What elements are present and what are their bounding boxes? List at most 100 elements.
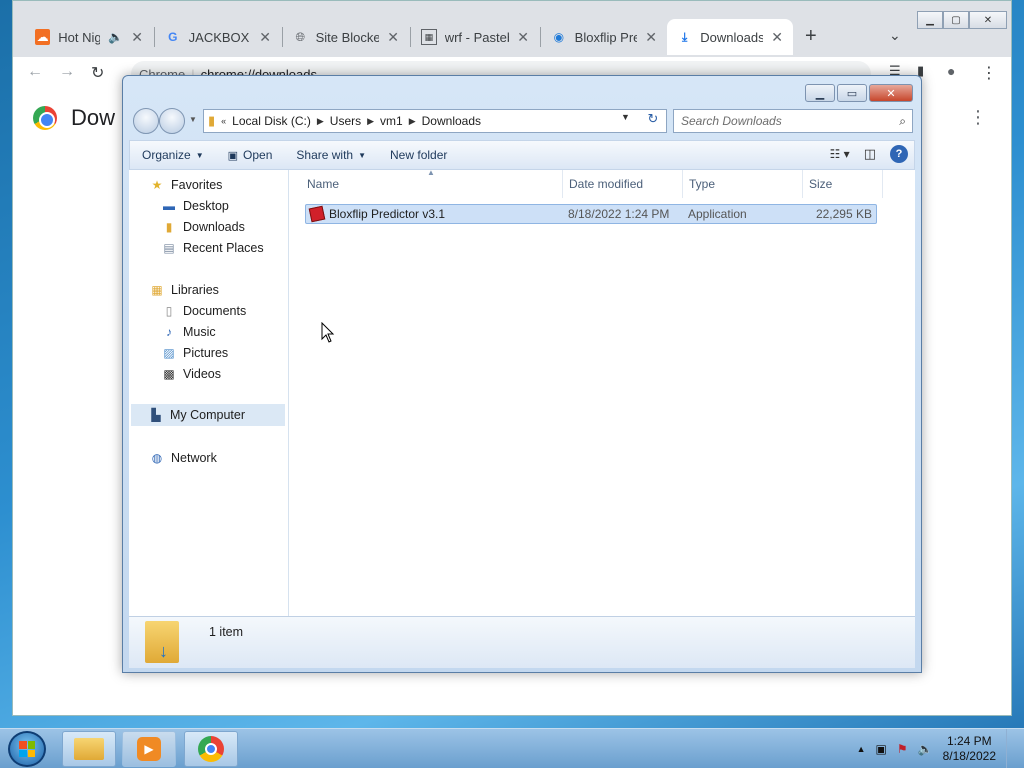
- tab-pastebin[interactable]: ▦ wrf - Pasteb ✕: [411, 19, 539, 55]
- menu-kebab-icon[interactable]: ⋮: [981, 63, 997, 83]
- maximize-button[interactable]: ▭: [837, 84, 867, 102]
- nav-desktop[interactable]: ▬ Desktop: [161, 199, 229, 213]
- change-view-icon[interactable]: ☷ ▾: [830, 147, 850, 161]
- nav-music[interactable]: ♪ Music: [161, 325, 216, 339]
- taskbar-explorer[interactable]: [62, 731, 116, 767]
- taskbar-media-player[interactable]: ▶: [122, 731, 176, 767]
- command-bar: Organize ▼ ▣ Open Share with ▼ New folde…: [129, 140, 915, 170]
- breadcrumb-separator-icon[interactable]: ▶: [317, 116, 324, 127]
- dropdown-arrow-icon: ▼: [195, 150, 204, 160]
- nav-my-computer[interactable]: ▙ My Computer: [131, 404, 285, 426]
- file-name: Bloxflip Predictor v3.1: [329, 207, 446, 221]
- reload-icon[interactable]: ↻: [91, 63, 104, 83]
- tab-site-blocked[interactable]: 🌐︎ Site Blocked ✕: [283, 19, 409, 55]
- bloxflip-icon: ◉: [553, 30, 565, 44]
- file-date: 8/18/2022 1:24 PM: [568, 207, 670, 221]
- nav-label: Documents: [183, 304, 247, 318]
- nav-network[interactable]: ◍ Network: [149, 451, 217, 465]
- volume-icon[interactable]: 🔈: [918, 742, 933, 756]
- share-with-button[interactable]: Share with ▼: [296, 148, 366, 162]
- back-arrow-icon[interactable]: ←: [27, 63, 43, 81]
- downloads-folder-icon: ▮: [165, 220, 173, 234]
- star-icon: ★: [151, 178, 163, 192]
- network-tray-icon[interactable]: ▣: [876, 742, 887, 756]
- help-icon[interactable]: ?: [890, 145, 908, 163]
- tab-bloxflip[interactable]: ◉ Bloxflip Pre ✕: [541, 19, 667, 55]
- column-header-name[interactable]: Name ▲: [301, 168, 563, 198]
- column-header-size[interactable]: Size: [803, 170, 883, 198]
- nav-label: Desktop: [183, 199, 229, 213]
- close-icon[interactable]: ✕: [259, 29, 271, 46]
- column-header-date-modified[interactable]: Date modified: [563, 170, 683, 198]
- chrome-logo-icon: [33, 106, 57, 130]
- nav-libraries[interactable]: ▦ Libraries: [149, 283, 219, 297]
- item-count: 1 item: [209, 625, 244, 639]
- forward-arrow-icon[interactable]: →: [59, 63, 75, 81]
- clock[interactable]: 1:24 PM 8/18/2022: [943, 734, 996, 764]
- tab-soundcloud[interactable]: ☁ Hot Nig 🔈 ✕: [25, 19, 153, 55]
- nav-label: Downloads: [183, 220, 245, 234]
- details-pane: ↓ 1 item: [129, 616, 915, 668]
- breadcrumb-local-disk[interactable]: Local Disk (C:): [232, 114, 311, 128]
- overflow-chevron-icon[interactable]: «: [221, 116, 226, 126]
- search-icon[interactable]: ⌕: [899, 114, 906, 129]
- google-icon: G: [168, 30, 178, 44]
- new-folder-button[interactable]: New folder: [390, 148, 447, 162]
- tab-downloads[interactable]: ⤓ Downloads ✕: [667, 19, 793, 55]
- show-hidden-icons-icon[interactable]: ▲: [857, 744, 866, 754]
- address-dropdown-icon[interactable]: ▼: [621, 112, 630, 122]
- downloads-menu-icon[interactable]: ⋮: [969, 107, 987, 128]
- show-desktop-button[interactable]: [1006, 729, 1018, 768]
- address-bar[interactable]: ▮ « Local Disk (C:) ▶ Users ▶ vm1 ▶ Down…: [203, 109, 667, 133]
- breadcrumb-users[interactable]: Users: [330, 114, 361, 128]
- speaker-icon[interactable]: 🔈: [108, 30, 123, 44]
- column-header-type[interactable]: Type: [683, 170, 803, 198]
- close-icon[interactable]: ✕: [387, 29, 399, 46]
- nav-label: Favorites: [171, 178, 223, 192]
- file-row[interactable]: Bloxflip Predictor v3.1 8/18/2022 1:24 P…: [305, 204, 877, 224]
- profile-avatar-icon[interactable]: ●: [947, 63, 955, 79]
- minimize-button[interactable]: ▁: [805, 84, 835, 102]
- tab-label: Site Blocked: [315, 29, 380, 45]
- close-button[interactable]: ✕: [869, 84, 913, 102]
- back-button[interactable]: [133, 108, 159, 134]
- recent-pages-chevron-icon[interactable]: ▼: [189, 115, 197, 124]
- tab-label: wrf - Pasteb: [444, 29, 510, 45]
- breadcrumb-downloads[interactable]: Downloads: [422, 114, 481, 128]
- start-button[interactable]: [8, 731, 46, 767]
- close-window-button[interactable]: ✕: [969, 11, 1007, 29]
- nav-pictures[interactable]: ▨ Pictures: [161, 346, 228, 360]
- tab-search-chevron-icon[interactable]: ⌄: [889, 27, 901, 44]
- new-tab-button[interactable]: +: [805, 25, 817, 48]
- nav-favorites[interactable]: ★ Favorites: [149, 178, 223, 192]
- organize-button[interactable]: Organize ▼: [142, 148, 204, 162]
- libraries-icon: ▦: [151, 283, 163, 297]
- refresh-icon[interactable]: ↻: [643, 111, 663, 129]
- maximize-button[interactable]: ▢: [943, 11, 969, 29]
- close-icon[interactable]: ✕: [645, 29, 657, 46]
- mouse-cursor-icon: [321, 322, 335, 343]
- close-icon[interactable]: ✕: [131, 29, 143, 46]
- explorer-window-controls: ▁ ▭ ✕: [805, 84, 913, 102]
- nav-documents[interactable]: ▯ Documents: [161, 304, 247, 318]
- dropdown-arrow-icon: ▼: [358, 150, 367, 160]
- nav-downloads[interactable]: ▮ Downloads: [161, 220, 245, 234]
- breadcrumb-separator-icon[interactable]: ▶: [409, 116, 416, 127]
- nav-videos[interactable]: ▩ Videos: [161, 367, 221, 381]
- open-button[interactable]: ▣ Open: [228, 148, 273, 162]
- preview-pane-icon[interactable]: ◫: [864, 146, 876, 162]
- close-icon[interactable]: ✕: [517, 29, 529, 46]
- close-icon[interactable]: ✕: [771, 29, 783, 46]
- forward-button[interactable]: [159, 108, 185, 134]
- breadcrumb-separator-icon[interactable]: ▶: [367, 116, 374, 127]
- tab-jackbox[interactable]: G JACKBOX P ✕: [155, 19, 281, 55]
- taskbar-chrome[interactable]: [184, 731, 238, 767]
- breadcrumb-vm1[interactable]: vm1: [380, 114, 403, 128]
- nav-recent-places[interactable]: ▤ Recent Places: [161, 241, 263, 255]
- search-input[interactable]: Search Downloads ⌕: [673, 109, 913, 133]
- film-icon: ▩: [163, 367, 175, 381]
- minimize-button[interactable]: ▁: [917, 11, 943, 29]
- nav-label: Videos: [183, 367, 221, 381]
- action-center-flag-icon[interactable]: ⚑: [897, 742, 908, 756]
- page-title: Dow: [71, 105, 116, 130]
